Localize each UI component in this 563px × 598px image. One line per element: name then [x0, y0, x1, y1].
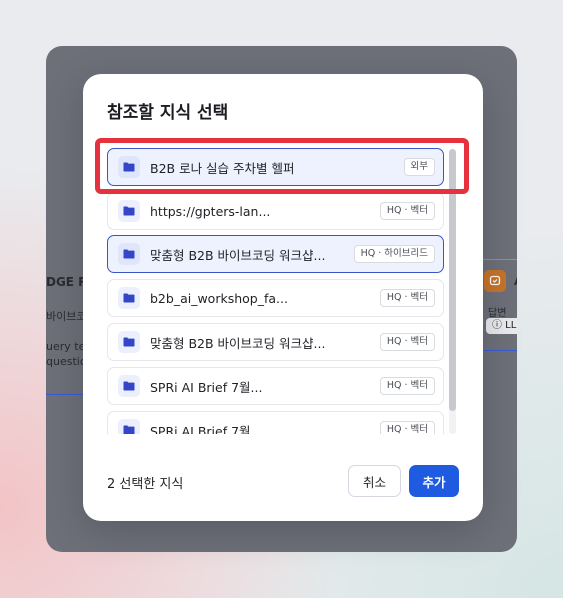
background-divider-right — [483, 259, 517, 260]
source-tag: HQ · 벡터 — [379, 289, 435, 307]
list-item-label: https://gpters-lan... — [150, 203, 271, 219]
scrollbar[interactable] — [449, 149, 456, 434]
scrollbar-thumb[interactable] — [449, 149, 456, 411]
background-text-left-2: questio — [46, 355, 87, 368]
folder-icon — [118, 287, 140, 309]
list-item[interactable]: https://gpters-lan... HQ · 벡터 — [107, 192, 444, 230]
background-chip-right: ⓘ LL — [486, 318, 517, 334]
source-tag: HQ · 벡터 — [379, 377, 435, 395]
list-item-label: B2B 로나 실습 주차별 헬퍼 — [150, 160, 295, 176]
chat-icon — [484, 270, 506, 292]
list-item[interactable]: B2B 로나 실습 주차별 헬퍼 외부 — [107, 148, 444, 186]
folder-icon — [118, 331, 140, 353]
knowledge-select-modal: 참조할 지식 선택 B2B 로나 실습 주차별 헬퍼 외부 https://gp… — [83, 74, 483, 521]
source-tag: HQ · 벡터 — [379, 421, 435, 434]
background-field-left: 바이브코 — [46, 310, 87, 323]
list-item[interactable]: SPRi AI Brief 7월... HQ · 벡터 — [107, 411, 444, 434]
list-item-label: b2b_ai_workshop_fa... — [150, 290, 288, 306]
knowledge-list[interactable]: B2B 로나 실습 주차별 헬퍼 외부 https://gpters-lan..… — [107, 147, 447, 434]
list-item[interactable]: b2b_ai_workshop_fa... HQ · 벡터 — [107, 279, 444, 317]
background-divider-left — [46, 394, 83, 395]
cancel-button[interactable]: 취소 — [348, 465, 401, 497]
selected-count: 2 선택한 지식 — [107, 477, 184, 492]
modal-title: 참조할 지식 선택 — [107, 103, 229, 123]
list-item-label: 맞춤형 B2B 바이브코딩 워크샵... — [150, 247, 326, 263]
source-tag: 외부 — [403, 158, 435, 176]
background-divider-right-blue — [483, 350, 517, 351]
source-tag: HQ · 벡터 — [379, 333, 435, 351]
folder-icon — [118, 419, 140, 434]
list-item-label: SPRi AI Brief 7월... — [150, 379, 263, 395]
list-item-label: 맞춤형 B2B 바이브코딩 워크샵... — [150, 335, 326, 351]
folder-icon — [118, 200, 140, 222]
folder-icon — [118, 243, 140, 265]
list-item[interactable]: 맞춤형 B2B 바이브코딩 워크샵... HQ · 하이브리드 — [107, 235, 444, 273]
background-label-right: 답변 — [488, 308, 507, 319]
add-button[interactable]: 추가 — [409, 465, 459, 497]
folder-icon — [118, 375, 140, 397]
list-item[interactable]: 맞춤형 B2B 바이브코딩 워크샵... HQ · 벡터 — [107, 323, 444, 361]
list-item[interactable]: SPRi AI Brief 7월... HQ · 벡터 — [107, 367, 444, 405]
folder-icon — [118, 156, 140, 178]
list-item-label: SPRi AI Brief 7월... — [150, 423, 263, 435]
source-tag: HQ · 하이브리드 — [353, 245, 435, 263]
background-title-right: A — [514, 275, 517, 288]
source-tag: HQ · 벡터 — [379, 202, 435, 220]
